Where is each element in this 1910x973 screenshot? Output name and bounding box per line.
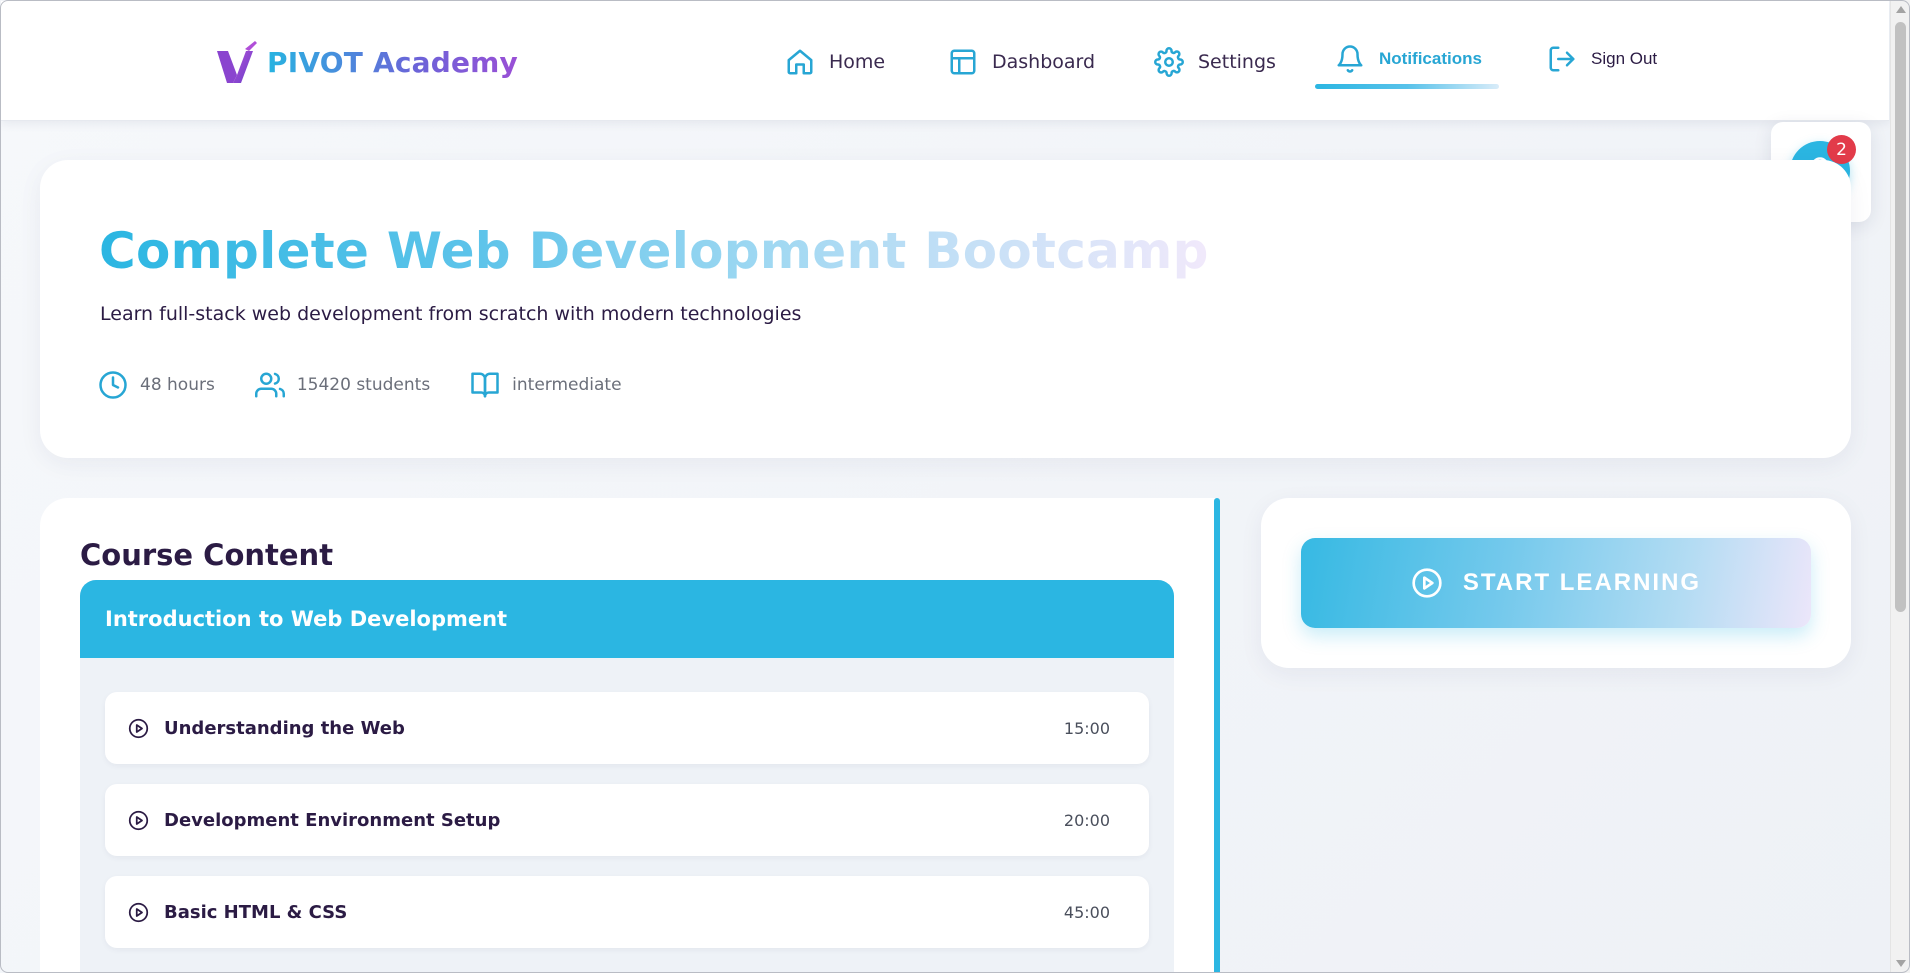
lesson-title: Development Environment Setup [164, 809, 501, 831]
play-circle-icon [128, 718, 149, 738]
nav-home-label: Home [829, 51, 886, 73]
notification-count-badge: 2 [1827, 135, 1856, 164]
users-icon [254, 372, 285, 398]
course-meta: 48 hours 15420 students intermediate [98, 368, 662, 402]
scroll-up-arrow-icon[interactable] [1896, 6, 1906, 13]
top-navbar: PIVOT Academy Home Dashboard Settings No… [1, 1, 1889, 121]
book-open-icon [471, 372, 499, 398]
lesson-duration: 15:00 [1063, 718, 1110, 738]
bell-icon [1337, 45, 1363, 73]
nav-sign-out-label: Sign Out [1591, 49, 1658, 68]
active-nav-indicator [1315, 84, 1499, 89]
clock-icon [99, 371, 127, 399]
nav-notifications[interactable]: Notifications [1335, 42, 1482, 76]
course-title: Complete Web Development Bootcamp [99, 222, 1209, 280]
lesson-title: Understanding the Web [164, 717, 405, 739]
module-header[interactable]: Introduction to Web Development [80, 580, 1174, 658]
module-title: Introduction to Web Development [105, 607, 508, 631]
course-students: 15420 students [254, 370, 431, 400]
lesson-title: Basic HTML & CSS [164, 901, 348, 923]
course-level: intermediate [470, 370, 622, 400]
sign-out-icon [1549, 46, 1575, 72]
scrollbar-thumb[interactable] [1895, 22, 1906, 612]
start-learning-button[interactable]: START LEARNING [1301, 538, 1811, 628]
play-circle-icon [1412, 568, 1442, 598]
lesson-item[interactable]: Basic HTML & CSS 45:00 [105, 876, 1149, 948]
main-nav: Home Dashboard Settings Notifications Si… [1, 1, 1889, 121]
lesson-duration: 20:00 [1063, 810, 1110, 830]
course-level-label: intermediate [512, 375, 622, 395]
nav-sign-out[interactable]: Sign Out [1547, 42, 1657, 76]
nav-settings[interactable]: Settings [1154, 45, 1276, 79]
page-scrollbar[interactable] [1890, 0, 1910, 973]
course-content-card: Course Content Introduction to Web Devel… [40, 498, 1218, 973]
play-circle-icon [128, 810, 149, 830]
start-learning-label: START LEARNING [1462, 569, 1702, 596]
dashboard-icon [950, 49, 976, 75]
nav-dashboard[interactable]: Dashboard [948, 45, 1095, 79]
course-duration: 48 hours [98, 370, 215, 400]
scroll-down-arrow-icon[interactable] [1896, 960, 1906, 967]
course-students-label: 15420 students [296, 375, 431, 395]
nav-settings-label: Settings [1198, 51, 1276, 73]
content-scroll-accent [1214, 498, 1220, 973]
course-content-heading: Course Content [80, 538, 334, 572]
course-duration-label: 48 hours [140, 375, 215, 395]
module-section: Introduction to Web Development Understa… [80, 580, 1174, 973]
course-subtitle: Learn full-stack web development from sc… [100, 303, 802, 325]
play-circle-icon [128, 902, 149, 922]
nav-dashboard-label: Dashboard [992, 51, 1096, 73]
nav-notifications-label: Notifications [1379, 49, 1482, 68]
start-learning-card: START LEARNING [1261, 498, 1851, 668]
course-hero-card: Complete Web Development Bootcamp Learn … [40, 160, 1851, 458]
lesson-duration: 45:00 [1063, 902, 1110, 922]
home-icon [787, 49, 813, 75]
nav-home[interactable]: Home [785, 45, 885, 79]
gear-icon [1154, 47, 1184, 77]
lesson-item[interactable]: Understanding the Web 15:00 [105, 692, 1149, 764]
lesson-item[interactable]: Development Environment Setup 20:00 [105, 784, 1149, 856]
